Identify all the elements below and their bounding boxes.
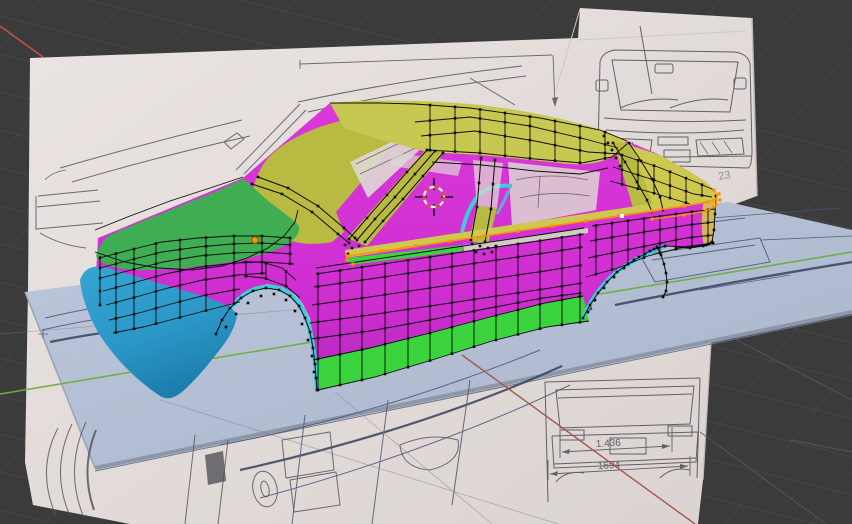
dimension-label-inner: 1.436: [596, 438, 622, 450]
viewport-canvas[interactable]: 23 1.436 1694: [0, 0, 852, 524]
origin-dot: [251, 236, 259, 244]
dimension-fragment-label: 23: [717, 169, 731, 183]
object-origin: [251, 236, 259, 244]
3d-viewport[interactable]: 23 1.436 1694: [0, 0, 852, 524]
